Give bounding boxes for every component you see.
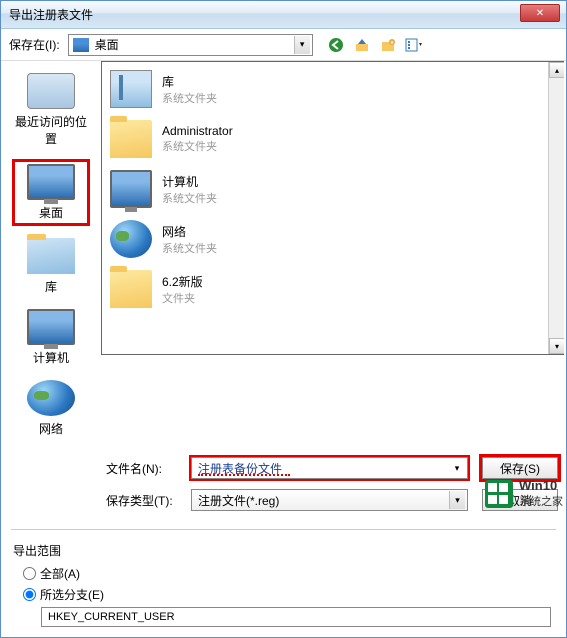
file-list[interactable]: 库系统文件夹 Administrator系统文件夹 计算机系统文件夹 网络系统文… [101,61,564,355]
scroll-down-icon[interactable]: ▾ [549,338,564,354]
filename-label: 文件名(N): [106,460,191,477]
export-range-group: 导出范围 全部(A) 所选分支(E) HKEY_CURRENT_USER [1,536,566,637]
radio-selected-label: 所选分支(E) [40,586,104,603]
export-range-legend: 导出范围 [13,542,554,559]
divider [11,529,556,530]
libraries-icon [27,238,75,274]
filename-dropdown-arrow[interactable] [449,459,465,477]
desktop-icon [73,38,89,52]
back-icon[interactable] [327,36,345,54]
folder-icon [110,120,152,158]
radio-selected-branch[interactable]: 所选分支(E) [23,586,554,603]
radio-all[interactable]: 全部(A) [23,565,554,582]
list-item[interactable]: 6.2新版文件夹 [102,264,564,314]
radio-selected-input[interactable] [23,588,36,601]
watermark: Win10 系统之家 [485,478,563,509]
watermark-line2: 系统之家 [519,493,563,509]
places-sidebar: 最近访问的位置 桌面 库 计算机 网络 [1,61,101,449]
vertical-scrollbar[interactable]: ▴ ▾ [548,62,564,354]
filetype-dropdown-arrow[interactable] [449,491,465,509]
save-in-label: 保存在(I): [9,36,60,53]
sidebar-item-libraries[interactable]: 库 [12,236,90,297]
network-icon [110,220,152,258]
save-button[interactable]: 保存(S) [482,457,558,479]
sidebar-label-desktop: 桌面 [17,204,85,221]
sidebar-item-computer[interactable]: 计算机 [12,307,90,368]
computer-icon [27,309,75,345]
folder-icon [110,270,152,308]
export-registry-dialog: 导出注册表文件 ✕ 保存在(I): 桌面 ★ 最近访问的位置 桌面 [0,0,567,638]
window-title: 导出注册表文件 [9,6,93,23]
branch-path-input[interactable]: HKEY_CURRENT_USER [41,607,551,627]
windows-logo-icon [485,480,513,508]
up-level-icon[interactable] [353,36,371,54]
filename-input[interactable]: 注册表备份文件 [191,457,468,479]
scroll-up-icon[interactable]: ▴ [549,62,564,78]
save-in-toolbar: 保存在(I): 桌面 ★ [1,29,566,61]
save-in-value: 桌面 [95,36,119,53]
sidebar-label-network: 网络 [14,420,88,437]
radio-all-input[interactable] [23,567,36,580]
save-in-dropdown-arrow[interactable] [294,36,310,54]
computer-icon [110,170,152,208]
recent-places-icon [27,73,75,109]
list-item[interactable]: Administrator系统文件夹 [102,114,564,164]
desktop-icon [27,164,75,200]
list-item[interactable]: 网络系统文件夹 [102,214,564,264]
list-item[interactable]: 库系统文件夹 [102,64,564,114]
libraries-icon [110,70,152,108]
save-in-combo[interactable]: 桌面 [68,34,313,56]
list-item[interactable]: 计算机系统文件夹 [102,164,564,214]
views-icon[interactable] [405,36,423,54]
sidebar-item-recent[interactable]: 最近访问的位置 [12,71,90,149]
sidebar-label-computer: 计算机 [14,349,88,366]
titlebar: 导出注册表文件 ✕ [1,1,566,29]
filetype-value: 注册文件(*.reg) [198,492,279,509]
sidebar-label-libraries: 库 [14,278,88,295]
close-button[interactable]: ✕ [520,4,560,22]
sidebar-item-network[interactable]: 网络 [12,378,90,439]
watermark-line1: Win10 [519,478,563,493]
svg-text:★: ★ [389,40,394,46]
network-icon [27,380,75,416]
sidebar-label-recent: 最近访问的位置 [14,113,88,147]
filetype-combo[interactable]: 注册文件(*.reg) [191,489,468,511]
branch-path-value: HKEY_CURRENT_USER [48,611,175,623]
new-folder-icon[interactable]: ★ [379,36,397,54]
filetype-label: 保存类型(T): [106,492,191,509]
radio-all-label: 全部(A) [40,565,80,582]
sidebar-item-desktop[interactable]: 桌面 [12,159,90,226]
